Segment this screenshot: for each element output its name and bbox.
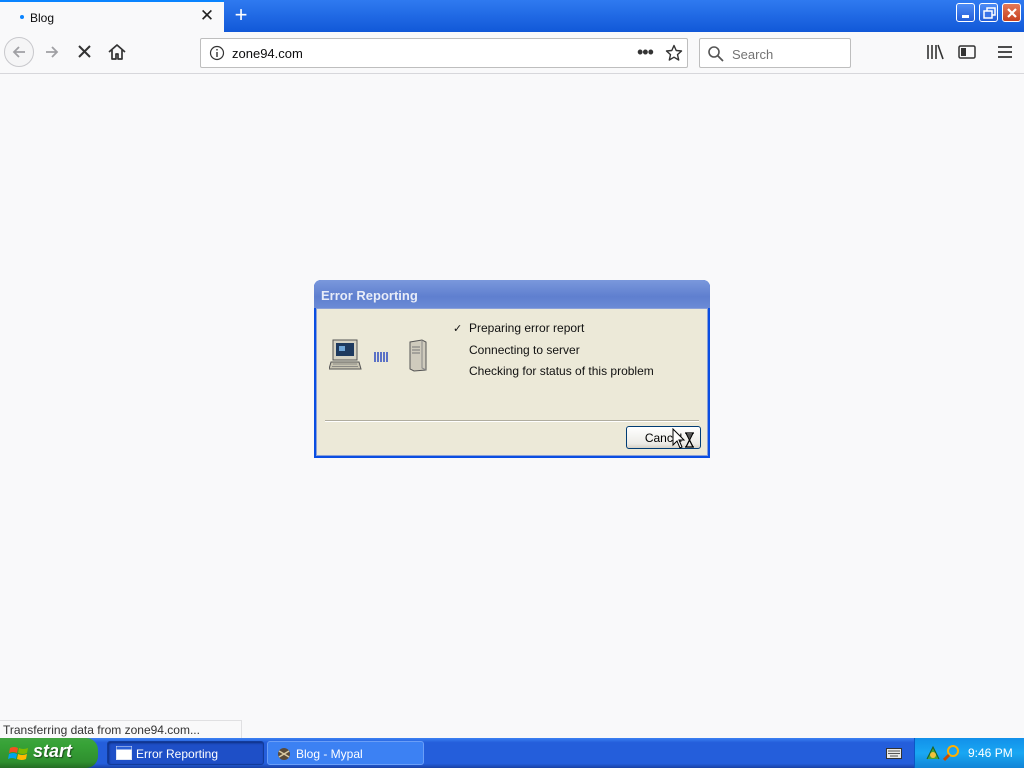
taskbar: start Error Reporting Blog - Mypal 9:46 … [0,738,1024,768]
signal-waves-icon [374,352,388,362]
search-bar[interactable] [699,38,851,68]
info-icon[interactable] [209,45,225,61]
taskbar-item-label: Error Reporting [136,747,219,761]
minimize-icon [962,15,969,18]
dialog-title: Error Reporting [321,288,418,303]
sidebar-button[interactable] [952,37,982,67]
dialog-separator [325,420,699,422]
network-icon[interactable] [925,745,941,761]
star-icon[interactable] [665,44,683,62]
tab-strip: Blog ✕ + [0,0,1024,32]
library-button[interactable] [920,37,950,67]
loading-dot-icon [20,15,24,19]
search-tray-icon[interactable] [943,744,961,762]
search-icon [708,46,724,62]
navigation-toolbar: zone94.com ••• [0,32,1024,74]
window-app-icon [116,746,132,760]
search-input[interactable] [730,45,844,63]
step-connecting-server: Connecting to server [469,343,580,357]
dialog-body: ✓ Preparing error report Connecting to s… [316,308,708,456]
server-icon [409,339,427,372]
step-checking-status: Checking for status of this problem [469,364,654,378]
home-button[interactable] [102,37,132,67]
back-button[interactable] [4,37,34,67]
start-label: start [33,741,73,761]
keyboard-icon[interactable] [886,748,902,759]
dialog-titlebar[interactable]: Error Reporting [314,280,710,308]
close-tab-icon[interactable]: ✕ [198,7,216,25]
hamburger-menu-icon [998,46,1012,58]
restore-window-button[interactable] [979,3,998,22]
forward-icon [46,46,59,58]
stop-icon [78,45,91,58]
taskbar-item-blog-mypal[interactable]: Blog - Mypal [267,741,424,765]
new-tab-button[interactable]: + [229,4,253,28]
url-bar[interactable]: zone94.com ••• [200,38,688,68]
home-icon [108,44,126,60]
status-bar: Transferring data from zone94.com... [0,720,242,738]
step-done-check-icon: ✓ [453,323,463,335]
start-button[interactable]: start [0,738,98,768]
forward-button[interactable] [38,37,68,67]
url-text[interactable]: zone94.com [232,46,303,61]
error-reporting-dialog: Error Reporting ✓ Preparing error report… [314,280,710,458]
tab-title: Blog [30,11,55,25]
sidebar-icon [958,45,976,59]
back-icon [12,46,25,58]
clock: 9:46 PM [968,746,1013,760]
busy-cursor-icon [672,428,694,449]
close-window-button[interactable] [1002,3,1021,22]
windows-flag-icon [8,747,28,760]
minimize-window-button[interactable] [956,3,975,22]
tab-blog[interactable]: Blog ✕ [0,0,224,32]
taskbar-item-label: Blog - Mypal [296,747,363,761]
library-icon [927,44,944,60]
mypal-browser-icon [278,748,290,760]
step-preparing-report: Preparing error report [469,321,585,335]
window-close-icon [1007,8,1017,18]
system-tray: 9:46 PM [914,738,1024,768]
page-actions-icon[interactable]: ••• [637,42,654,63]
open-menu-button[interactable] [990,37,1020,67]
computer-icon [329,339,362,370]
maximize-icon [983,7,996,19]
stop-button[interactable] [70,37,100,67]
taskbar-item-error-reporting[interactable]: Error Reporting [107,741,264,765]
status-text: Transferring data from zone94.com... [3,723,200,737]
